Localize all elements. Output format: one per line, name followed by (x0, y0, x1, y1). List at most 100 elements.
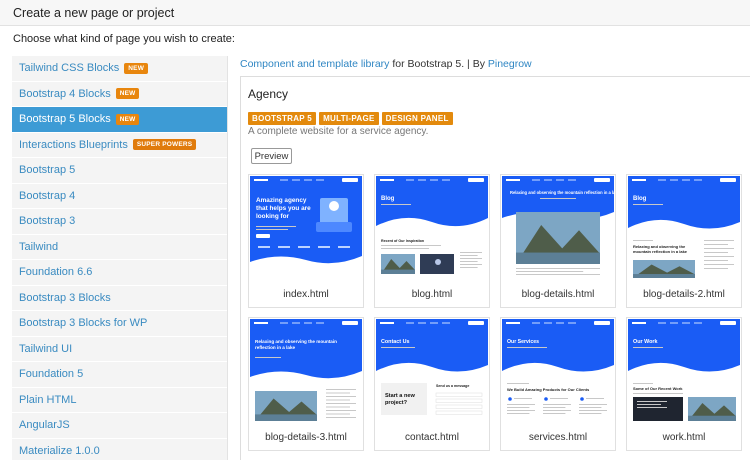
thumbnail-graphic: Amazing agencythat helps you arelooking … (250, 176, 362, 278)
svg-text:Relaxing and observing the mou: Relaxing and observing the mountain refl… (510, 190, 614, 195)
sidebar-item-materialize-1-0-0[interactable]: Materialize 1.0.0 (12, 439, 227, 460)
svg-text:Recent of Our Inspiration: Recent of Our Inspiration (381, 239, 424, 243)
sidebar-item-angularjs[interactable]: AngularJS (12, 413, 227, 439)
sidebar-item-tailwind-css-blocks[interactable]: Tailwind CSS Blocks NEW (12, 56, 227, 82)
sidebar-item-label: Materialize 1.0.0 (19, 444, 100, 457)
svg-text:Amazing agency: Amazing agency (256, 197, 307, 204)
template-thumbnail: Blog Recent of Our Inspiration (376, 176, 488, 278)
thumbnail-graphic: Contact Us Start a newproject? Send us a… (376, 319, 488, 421)
sidebar-item-label: Tailwind CSS Blocks (19, 62, 120, 75)
svg-text:that helps you are: that helps you are (256, 205, 311, 212)
sidebar-item-bootstrap-5-blocks[interactable]: Bootstrap 5 Blocks NEW (12, 107, 227, 133)
pinegrow-link[interactable]: Pinegrow (488, 58, 532, 70)
sidebar-item-foundation-6-6[interactable]: Foundation 6.6 (12, 260, 227, 286)
svg-text:project?: project? (385, 400, 408, 406)
sidebar-item-label: AngularJS (19, 419, 70, 432)
svg-text:Contact Us: Contact Us (381, 339, 409, 345)
template-thumbnail: Amazing agency that helps you are looking … (250, 176, 362, 278)
template-card-work[interactable]: Our Work Some of Our Recent Work work.ht… (626, 317, 742, 451)
svg-text:Our Work: Our Work (633, 339, 657, 345)
sidebar-item-label: Plain HTML (19, 393, 77, 406)
sidebar-item-label: Interactions Blueprints (19, 138, 128, 151)
svg-text:looking for: looking for (256, 213, 290, 220)
svg-text:mountain reflection in a lake: mountain reflection in a lake (633, 249, 688, 254)
template-thumbnail: Our Work Some of Our Recent Work (628, 319, 740, 421)
template-file-name: work.html (662, 432, 706, 443)
template-card-blog[interactable]: Blog Recent of Our Inspiration blog.html (374, 174, 490, 308)
template-thumbnail: Blog Relaxing and observing the mountain … (628, 176, 740, 278)
sidebar-item-label: Bootstrap 5 Blocks (19, 113, 111, 126)
tag-design-panel: DESIGN PANEL (381, 112, 453, 125)
template-set-description: A complete website for a service agency. (248, 126, 429, 137)
svg-text:We Build Amazing Products for: We Build Amazing Products for Our Client… (507, 387, 590, 392)
sidebar-item-badge: NEW (115, 113, 140, 125)
template-card-blog-details-3[interactable]: Relaxing and observing the mountain refle… (248, 317, 364, 451)
thumbnail-graphic: Blog Relaxing and observing themountain … (628, 176, 740, 278)
sidebar-item-label: Bootstrap 3 (19, 215, 76, 228)
template-file-name: blog-details-2.html (643, 289, 725, 300)
sidebar-item-label: Foundation 6.6 (19, 266, 93, 279)
template-thumbnail: Contact Us Start a new project? Send us a… (376, 319, 488, 421)
sidebar-item-label: Bootstrap 3 Blocks (19, 291, 111, 304)
svg-text:Our Services: Our Services (507, 339, 539, 345)
sidebar-item-bootstrap-3-blocks-for-wp[interactable]: Bootstrap 3 Blocks for WP (12, 311, 227, 337)
template-card-index[interactable]: Amazing agency that helps you are looking … (248, 174, 364, 308)
svg-text:Blog: Blog (381, 196, 395, 202)
preview-button[interactable]: Preview (251, 148, 292, 164)
template-thumbnail: Relaxing and observing the mountain refl… (502, 176, 614, 278)
sidebar-item-bootstrap-3[interactable]: Bootstrap 3 (12, 209, 227, 235)
sidebar-item-label: Tailwind UI (19, 342, 73, 355)
thumbnail-graphic: Our Work Some of Our Recent Work (628, 319, 740, 421)
sidebar-item-plain-html[interactable]: Plain HTML (12, 388, 227, 413)
sidebar-item-label: Bootstrap 5 (19, 164, 76, 177)
template-card-services[interactable]: Our Services We Build Amazing Products f… (500, 317, 616, 451)
library-credit: Component and template library for Boots… (240, 58, 532, 70)
tag-multi-page: MULTI-PAGE (319, 112, 379, 125)
thumbnail-graphic: Blog Recent of Our Inspiration (376, 176, 488, 278)
template-card-blog-details-2[interactable]: Blog Relaxing and observing the mountain … (626, 174, 742, 308)
template-content: Component and template library for Boots… (240, 56, 750, 460)
svg-text:Start a new: Start a new (385, 393, 415, 399)
sidebar-item-bootstrap-4[interactable]: Bootstrap 4 (12, 184, 227, 209)
template-file-name: blog-details-3.html (265, 432, 347, 443)
tag-bootstrap5: BOOTSTRAP 5 (248, 112, 317, 125)
template-thumbnail: Our Services We Build Amazing Products f… (502, 319, 614, 421)
library-middle-text: for Bootstrap 5. | By (389, 58, 488, 70)
svg-text:Send us a message: Send us a message (436, 384, 469, 388)
template-file-name: index.html (283, 289, 329, 300)
dialog-title: Create a new page or project (13, 6, 175, 20)
template-card-contact[interactable]: Contact Us Start a new project? Send us a… (374, 317, 490, 451)
category-sidebar: Tailwind CSS Blocks NEW Bootstrap 4 Blocks… (12, 56, 228, 460)
library-link[interactable]: Component and template library (240, 58, 389, 70)
sidebar-item-foundation-5[interactable]: Foundation 5 (12, 362, 227, 388)
sidebar-item-label: Bootstrap 4 Blocks (19, 87, 111, 100)
sidebar-item-label: Foundation 5 (19, 368, 84, 381)
template-file-name: blog.html (411, 289, 453, 300)
svg-text:reflection in a lake: reflection in a lake (255, 345, 296, 350)
sidebar-item-badge: NEW (124, 62, 149, 74)
svg-text:Relaxing and observing the mou: Relaxing and observing the mountain (255, 339, 337, 344)
sidebar-item-badge: NEW (115, 88, 140, 100)
svg-text:Blog: Blog (633, 196, 647, 202)
template-file-name: services.html (528, 432, 588, 443)
dialog-header: Create a new page or project (0, 0, 750, 26)
svg-text:Some of Our Recent Work: Some of Our Recent Work (633, 386, 683, 391)
template-card-blog-details[interactable]: Relaxing and observing the mountain refl… (500, 174, 616, 308)
template-thumbnail: Relaxing and observing the mountain refle… (250, 319, 362, 421)
sidebar-item-label: Bootstrap 3 Blocks for WP (19, 317, 148, 330)
sidebar-item-interactions-blueprints[interactable]: Interactions Blueprints SUPER POWERS (12, 133, 227, 158)
page-kind-prompt: Choose what kind of page you wish to cre… (13, 33, 235, 45)
template-set-title: Agency (248, 87, 289, 101)
sidebar-item-bootstrap-3-blocks[interactable]: Bootstrap 3 Blocks (12, 286, 227, 311)
sidebar-item-bootstrap-5[interactable]: Bootstrap 5 (12, 158, 227, 184)
template-file-name: blog-details.html (521, 289, 595, 300)
sidebar-item-badge: SUPER POWERS (132, 139, 197, 151)
template-file-name: contact.html (405, 432, 459, 443)
thumbnail-graphic: Relaxing and observing the mountainrefle… (250, 319, 362, 421)
sidebar-item-label: Tailwind (19, 240, 59, 253)
thumbnail-graphic: Our Services We Build Amazing Products f… (502, 319, 614, 421)
sidebar-item-bootstrap-4-blocks[interactable]: Bootstrap 4 Blocks NEW (12, 82, 227, 107)
sidebar-item-tailwind[interactable]: Tailwind (12, 235, 227, 260)
agency-panel: Agency BOOTSTRAP 5 MULTI-PAGE DESIGN PAN… (240, 76, 750, 460)
sidebar-item-tailwind-ui[interactable]: Tailwind UI (12, 337, 227, 362)
